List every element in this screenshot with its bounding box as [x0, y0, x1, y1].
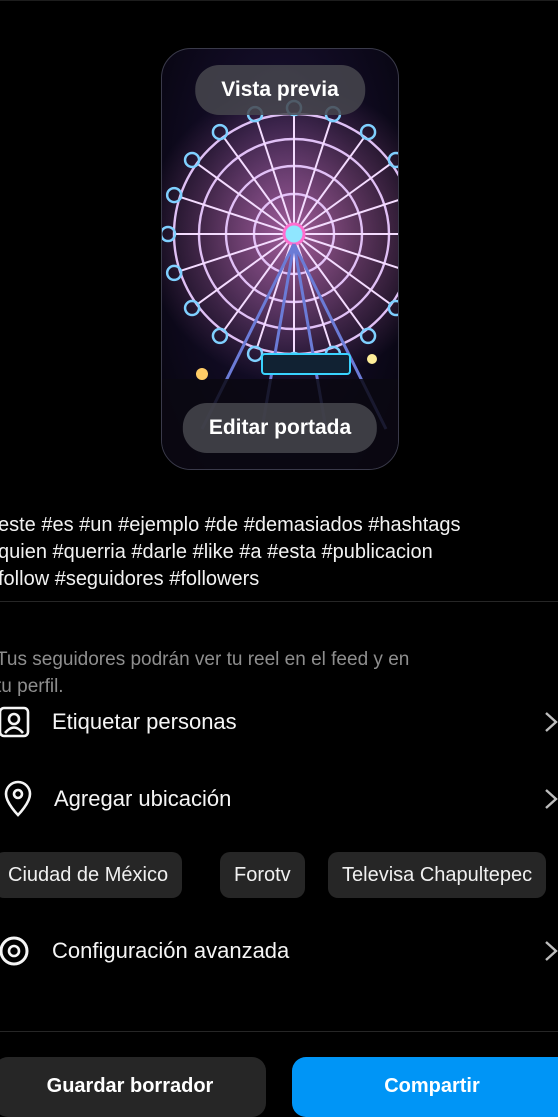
add-location-label: Agregar ubicación	[54, 786, 232, 811]
person-tag-icon	[0, 706, 30, 738]
save-draft-button[interactable]: Guardar borrador	[0, 1057, 266, 1117]
actions-divider	[0, 1031, 558, 1032]
location-pin-icon	[4, 780, 32, 817]
chevron-right-icon	[545, 941, 558, 961]
advanced-settings-label: Configuración avanzada	[52, 938, 290, 963]
edit-cover-button[interactable]: Editar portada	[182, 403, 378, 453]
preview-button[interactable]: Vista previa	[195, 65, 365, 115]
gear-icon	[0, 936, 29, 966]
location-chip[interactable]: Televisa Chapultepec	[328, 852, 547, 898]
feed-info-text: Tus seguidores podrán ver tu reel en el …	[0, 649, 410, 697]
advanced-settings-row[interactable]: Configuración avanzada	[0, 926, 558, 976]
chevron-right-icon	[545, 712, 558, 732]
chevron-right-icon	[545, 789, 558, 809]
tag-people-row[interactable]: Etiquetar personas	[0, 697, 558, 747]
caption-text[interactable]: este #es #un #ejemplo #de #demasiados #h…	[0, 512, 558, 593]
share-button[interactable]: Compartir	[292, 1057, 558, 1117]
location-chip[interactable]: Ciudad de México	[0, 852, 183, 898]
reel-preview-card[interactable]: Vista previa Editar portada	[161, 48, 399, 470]
location-chip[interactable]: Forotv	[220, 852, 305, 898]
add-location-row[interactable]: Agregar ubicación	[0, 774, 558, 824]
top-divider	[0, 0, 558, 1]
tag-people-label: Etiquetar personas	[52, 709, 237, 734]
caption-divider	[0, 601, 558, 602]
location-suggestions: Ciudad de México Forotv Televisa Chapult…	[0, 852, 558, 898]
